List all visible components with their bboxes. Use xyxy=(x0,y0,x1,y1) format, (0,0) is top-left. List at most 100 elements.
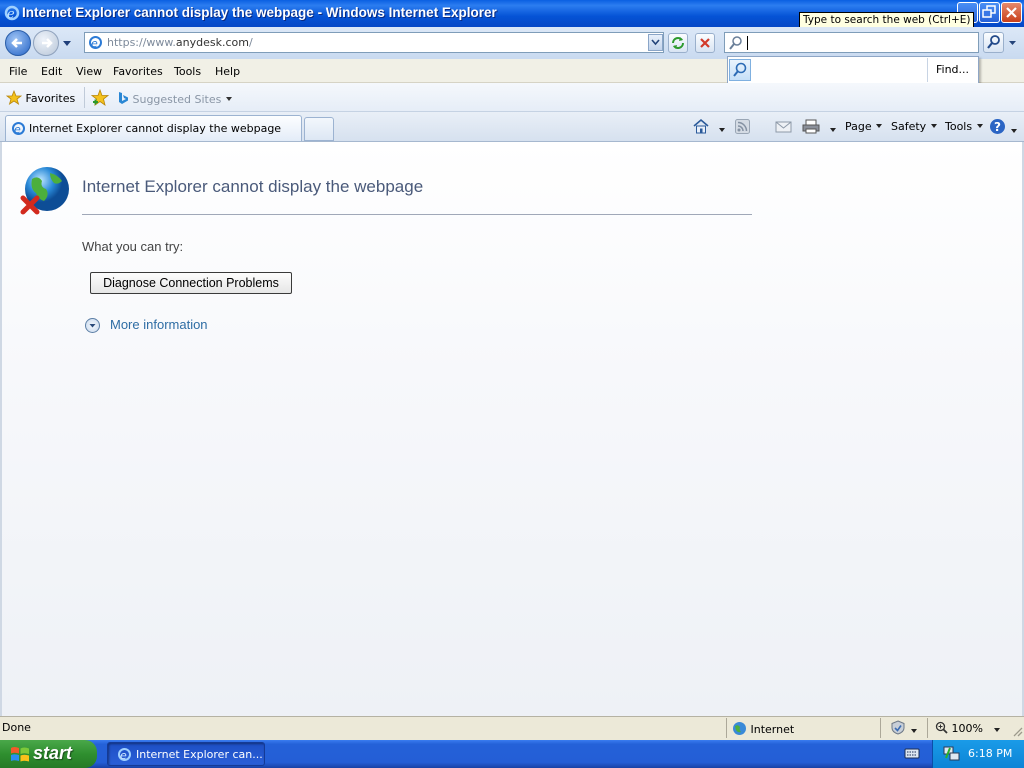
close-button[interactable] xyxy=(1001,2,1022,23)
favorites-label: Favorites xyxy=(25,92,76,105)
svg-text:?: ? xyxy=(994,120,1001,134)
start-label: start xyxy=(33,743,73,763)
chevron-down-icon xyxy=(875,120,883,133)
suggested-sites-button[interactable]: Suggested Sites xyxy=(117,91,233,108)
menu-view[interactable]: View xyxy=(76,65,102,78)
page-title: Internet Explorer cannot display the web… xyxy=(82,177,424,196)
suggested-sites-label: Suggested Sites xyxy=(132,93,222,106)
zoom-control[interactable]: 100% xyxy=(935,721,983,737)
svg-text:e: e xyxy=(14,123,21,136)
title-divider xyxy=(82,214,752,215)
search-dropdown: Find... xyxy=(727,56,979,84)
what-you-can-try-label: What you can try: xyxy=(82,239,184,254)
statusbar-divider xyxy=(726,718,727,738)
diagnose-connection-button[interactable]: Diagnose Connection Problems xyxy=(90,272,292,294)
status-text: Done xyxy=(2,721,31,734)
more-information-link[interactable]: More information xyxy=(110,317,208,332)
statusbar-divider xyxy=(880,718,881,738)
search-suggestion-icon[interactable] xyxy=(729,59,751,81)
dropdown-divider xyxy=(927,58,928,82)
taskbar-button-ie[interactable]: e Internet Explorer can... xyxy=(107,742,265,766)
find-on-page-item[interactable]: Find... xyxy=(936,63,969,76)
bing-icon xyxy=(117,91,129,108)
chevron-down-icon xyxy=(976,120,984,133)
search-tooltip: Type to search the web (Ctrl+E) xyxy=(799,12,975,28)
security-zone[interactable]: Internet xyxy=(732,721,794,739)
help-button[interactable]: ? xyxy=(989,118,1018,138)
chevron-down-icon xyxy=(718,124,726,137)
keyboard-icon[interactable] xyxy=(904,746,920,763)
taskbar-button-label: Internet Explorer can... xyxy=(136,748,263,761)
stop-button[interactable] xyxy=(695,33,715,53)
zoom-icon xyxy=(935,721,948,737)
clock[interactable]: 6:18 PM xyxy=(968,747,1012,760)
tools-menu-label: Tools xyxy=(945,120,973,133)
favorites-button[interactable]: Favorites xyxy=(5,89,76,108)
recent-pages-dropdown-icon[interactable] xyxy=(62,38,72,51)
chevron-down-icon xyxy=(1010,125,1018,138)
help-icon: ? xyxy=(989,118,1006,138)
favbar-divider xyxy=(84,87,85,108)
back-button[interactable] xyxy=(5,30,31,56)
statusbar-divider xyxy=(927,718,928,738)
home-button[interactable] xyxy=(692,118,726,137)
windows-logo-icon xyxy=(10,745,30,768)
tab-title: Internet Explorer cannot display the web… xyxy=(29,122,282,135)
zoom-level: 100% xyxy=(951,722,983,735)
star-icon xyxy=(5,89,23,108)
chevron-down-icon xyxy=(829,124,837,137)
chevron-down-icon xyxy=(225,93,233,106)
feeds-icon[interactable] xyxy=(735,119,750,137)
address-dropdown-icon[interactable] xyxy=(648,34,663,51)
taskbar-ie-icon: e xyxy=(117,747,132,765)
new-tab-button[interactable] xyxy=(304,117,334,141)
start-button[interactable]: start xyxy=(0,740,97,768)
search-input[interactable] xyxy=(747,36,947,50)
zoom-dropdown-icon[interactable] xyxy=(993,724,1001,737)
system-tray: 6:18 PM xyxy=(932,740,1024,768)
expand-chevron-icon[interactable] xyxy=(85,318,100,333)
globe-error-icon xyxy=(20,165,72,220)
search-options-dropdown-icon[interactable] xyxy=(1006,32,1019,53)
status-bar xyxy=(0,716,1024,740)
search-box[interactable] xyxy=(724,32,979,53)
safety-menu-button[interactable]: Safety xyxy=(891,120,938,133)
safety-menu-label: Safety xyxy=(891,120,927,133)
internet-zone-icon xyxy=(732,721,747,739)
tab-current[interactable]: e Internet Explorer cannot display the w… xyxy=(5,115,302,141)
forward-button[interactable] xyxy=(33,30,59,56)
network-icon[interactable] xyxy=(943,745,960,765)
chevron-down-icon xyxy=(930,120,938,133)
menu-edit[interactable]: Edit xyxy=(41,65,62,78)
page-content xyxy=(0,142,1024,716)
refresh-button[interactable] xyxy=(668,33,688,53)
tab-ie-icon: e xyxy=(11,121,26,139)
window-title: Internet Explorer cannot display the web… xyxy=(22,5,497,20)
menu-file[interactable]: File xyxy=(9,65,27,78)
address-text: https://www.anydesk.com/ xyxy=(107,36,253,49)
svg-text:e: e xyxy=(91,37,98,50)
ie-logo-icon: e xyxy=(4,5,20,22)
svg-text:e: e xyxy=(120,749,127,762)
search-button[interactable] xyxy=(983,32,1004,53)
menu-tools[interactable]: Tools xyxy=(174,65,201,78)
tools-menu-button[interactable]: Tools xyxy=(945,120,984,133)
protected-mode-icon[interactable] xyxy=(890,720,918,738)
zone-label: Internet xyxy=(750,723,795,736)
resize-grip-icon[interactable] xyxy=(1012,726,1023,740)
address-bar[interactable]: e https://www.anydesk.com/ xyxy=(84,32,664,53)
printer-icon xyxy=(802,119,820,137)
svg-text:e: e xyxy=(7,7,15,21)
restore-button[interactable] xyxy=(979,2,1000,23)
search-provider-icon xyxy=(728,35,744,54)
home-icon xyxy=(692,118,710,137)
chevron-down-icon xyxy=(910,725,918,738)
print-button[interactable] xyxy=(802,119,837,137)
menu-favorites[interactable]: Favorites xyxy=(113,65,163,78)
add-to-favorites-bar-icon[interactable] xyxy=(90,88,110,109)
read-mail-icon[interactable] xyxy=(775,119,792,137)
menu-help[interactable]: Help xyxy=(215,65,240,78)
page-menu-label: Page xyxy=(845,120,872,133)
page-icon: e xyxy=(88,35,103,53)
page-menu-button[interactable]: Page xyxy=(845,120,883,133)
